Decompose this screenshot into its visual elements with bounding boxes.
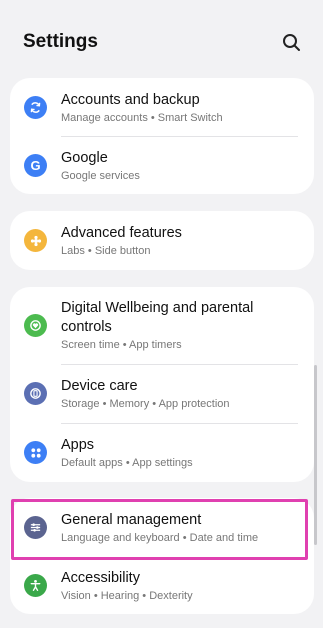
page-title: Settings [23, 31, 98, 52]
settings-item-subtitle: Vision • Hearing • Dexterity [61, 590, 193, 602]
card-wellbeing-devicecare-apps: Digital Wellbeing and parental controls … [10, 287, 314, 482]
settings-item-wellbeing[interactable]: Digital Wellbeing and parental controls … [10, 287, 314, 364]
settings-item-subtitle: Default apps • App settings [61, 457, 193, 469]
settings-item-device-care[interactable]: Device care Storage • Memory • App prote… [10, 365, 314, 423]
settings-item-label: Google [61, 150, 108, 166]
settings-item-label: Advanced features [61, 225, 182, 241]
settings-item-label: Accessibility [61, 570, 140, 586]
settings-item-label: Device care [61, 378, 138, 394]
settings-item-google[interactable]: G Google Google services [10, 137, 314, 194]
settings-item-label-line2: controls [61, 319, 112, 335]
google-icon: G [24, 154, 47, 177]
puzzle-icon [24, 229, 47, 252]
settings-item-subtitle: Labs • Side button [61, 245, 151, 257]
device-care-icon [24, 382, 47, 405]
header: Settings [0, 0, 323, 78]
settings-item-label-line1: Digital Wellbeing and parental [61, 300, 254, 316]
settings-item-accessibility[interactable]: Accessibility Vision • Hearing • Dexteri… [10, 557, 314, 614]
settings-item-label: Apps [61, 437, 95, 453]
settings-item-subtitle: Screen time • App timers [61, 339, 182, 351]
accessibility-icon [24, 574, 47, 597]
settings-item-subtitle: Storage • Memory • App protection [61, 398, 230, 410]
card-advanced: Advanced features Labs • Side button [10, 211, 314, 270]
settings-item-apps[interactable]: Apps Default apps • App settings [10, 424, 314, 482]
sync-icon [24, 96, 47, 119]
settings-item-advanced[interactable]: Advanced features Labs • Side button [10, 211, 314, 270]
settings-item-label: Accounts and backup [61, 92, 200, 108]
apps-icon [24, 441, 47, 464]
card-accounts-google: Accounts and backup Manage accounts • Sm… [10, 78, 314, 194]
search-button[interactable] [281, 32, 303, 54]
settings-item-subtitle: Manage accounts • Smart Switch [61, 112, 223, 124]
highlight-box [11, 499, 308, 560]
search-icon [283, 34, 300, 51]
scrollbar[interactable] [314, 365, 317, 545]
wellbeing-icon [24, 314, 47, 337]
settings-item-subtitle: Google services [61, 170, 140, 182]
settings-item-accounts[interactable]: Accounts and backup Manage accounts • Sm… [10, 78, 314, 136]
